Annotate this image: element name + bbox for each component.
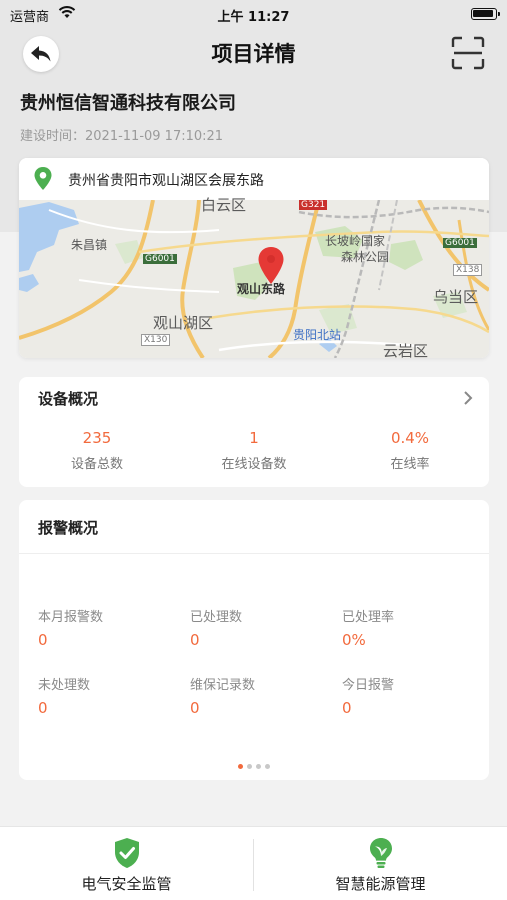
map-address-row: 贵州省贵阳市观山湖区会展东路 (19, 158, 489, 200)
map-view[interactable]: 白云区 朱昌镇 长坡岭国家 森林公园 乌当区 观山湖区 云岩区 贵阳北站 G60… (19, 196, 489, 358)
map-label: G6001 (143, 254, 177, 264)
device-online-stat: 1 在线设备数 (179, 429, 329, 472)
page-indicator[interactable] (19, 764, 489, 769)
alarm-value: 0% (342, 631, 366, 649)
alarm-label: 维保记录数 (190, 678, 256, 693)
alarm-today-count: 今日报警 0 (342, 674, 482, 717)
map-label: 贵阳北站 (293, 328, 342, 342)
map-label: 乌当区 (433, 288, 479, 306)
tab-label: 电气安全监管 (81, 875, 172, 893)
map-label: 长坡岭国家 (325, 234, 386, 248)
alarm-label: 已处理数 (190, 610, 243, 625)
device-overview-card[interactable]: 设备概况 235 设备总数 1 在线设备数 0.4% 在线率 (19, 377, 489, 487)
alarm-label: 今日报警 (342, 678, 395, 693)
page-title: 项目详情 (211, 42, 296, 66)
device-overview-title: 设备概况 (38, 390, 99, 408)
device-online-rate-stat: 0.4% 在线率 (335, 429, 485, 472)
map-label: 朱昌镇 (71, 238, 108, 252)
map-card[interactable]: 贵州省贵阳市观山湖区会展东路 白云区 朱昌镇 长坡岭国家 森林公园 乌当区 观山… (19, 158, 489, 358)
alarm-value: 0 (190, 699, 200, 717)
alarm-value: 0 (38, 699, 48, 717)
build-time: 建设时间：2021-11-09 17:10:21 (20, 129, 224, 144)
alarm-month-count: 本月报警数 0 (38, 606, 178, 649)
company-name: 贵州恒信智通科技有限公司 (20, 93, 236, 114)
tab-label: 智慧能源管理 (335, 875, 426, 893)
tab-smart-energy[interactable]: 智慧能源管理 (254, 827, 507, 900)
map-label: 云岩区 (383, 342, 429, 358)
shield-check-icon (115, 838, 139, 868)
page-dot[interactable] (265, 764, 270, 769)
stat-value: 0.4% (390, 429, 430, 447)
nav-bar: 项目详情 (0, 28, 507, 76)
map-label: G321 (299, 200, 328, 210)
clock: 上午 11:27 (217, 10, 290, 25)
map-label: X130 (141, 334, 171, 346)
alarm-label: 已处理率 (342, 610, 395, 625)
tab-electrical-safety[interactable]: 电气安全监管 (0, 827, 253, 900)
page-dot[interactable] (256, 764, 261, 769)
map-label: X138 (453, 264, 483, 276)
stat-label: 在线设备数 (221, 457, 287, 472)
alarm-value: 0 (190, 631, 200, 649)
maintenance-record-count: 维保记录数 0 (190, 674, 330, 717)
map-label: 白云区 (201, 196, 247, 214)
alarm-overview-card[interactable]: 报警概况 本月报警数 0 已处理数 0 已处理率 0% 未处理数 0 维保记录数… (19, 500, 489, 780)
map-marker-label: 观山东路 (237, 282, 286, 296)
stat-value: 235 (82, 429, 112, 447)
map-address: 贵州省贵阳市观山湖区会展东路 (68, 173, 264, 189)
alarm-handled-count: 已处理数 0 (190, 606, 330, 649)
page-dot[interactable] (247, 764, 252, 769)
map-label: G6001 (443, 238, 477, 248)
stat-value: 1 (249, 429, 259, 447)
alarm-value: 0 (342, 699, 352, 717)
status-bar: 运营商 上午 11:27 (0, 0, 507, 28)
alarm-label: 本月报警数 (38, 610, 104, 625)
divider (19, 553, 489, 554)
device-total-stat: 235 设备总数 (22, 429, 172, 472)
map-roads (19, 200, 489, 358)
chevron-right-icon[interactable] (463, 391, 473, 405)
map-label: 观山湖区 (153, 314, 214, 332)
lightbulb-leaf-icon (370, 838, 392, 868)
battery-icon (471, 8, 500, 20)
stat-label: 设备总数 (70, 457, 123, 472)
alarm-handled-rate: 已处理率 0% (342, 606, 482, 649)
alarm-unhandled-count: 未处理数 0 (38, 674, 178, 717)
location-pin-icon (34, 167, 52, 190)
alarm-value: 0 (38, 631, 48, 649)
scan-icon[interactable] (451, 36, 485, 70)
bottom-tab-bar: 电气安全监管 智慧能源管理 (0, 826, 507, 900)
page-dot-active[interactable] (238, 764, 243, 769)
stat-label: 在线率 (390, 457, 430, 472)
map-label: 森林公园 (341, 250, 390, 264)
alarm-label: 未处理数 (38, 678, 91, 693)
alarm-overview-title: 报警概况 (38, 519, 99, 537)
